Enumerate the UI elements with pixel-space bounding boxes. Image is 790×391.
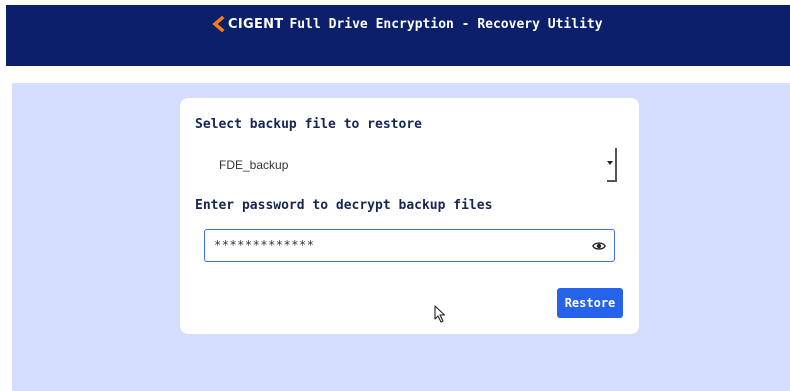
- backup-file-select[interactable]: FDE_backup: [205, 148, 617, 182]
- cigent-logo: CIGENT: [211, 16, 283, 32]
- app-header: CIGENT Full Drive Encryption - Recovery …: [6, 5, 790, 66]
- logo-text: CIGENT: [228, 16, 284, 32]
- restore-card: Select backup file to restore FDE_backup…: [180, 98, 639, 334]
- password-label: Enter password to decrypt backup files: [195, 198, 493, 213]
- password-masked-value: *************: [214, 238, 315, 252]
- app-title: Full Drive Encryption - Recovery Utility: [289, 16, 603, 32]
- chevron-down-icon: [607, 161, 613, 165]
- backup-file-label: Select backup file to restore: [195, 117, 422, 132]
- logo-chevron-icon: [212, 16, 225, 32]
- header-title: CIGENT Full Drive Encryption - Recovery …: [211, 16, 603, 32]
- mouse-cursor-icon: [434, 305, 446, 323]
- eye-icon[interactable]: [592, 239, 606, 253]
- backup-file-selected-value: FDE_backup: [219, 158, 289, 172]
- restore-button[interactable]: Restore: [557, 288, 623, 318]
- password-input[interactable]: *************: [204, 229, 615, 262]
- select-dropdown-handle[interactable]: [607, 148, 617, 182]
